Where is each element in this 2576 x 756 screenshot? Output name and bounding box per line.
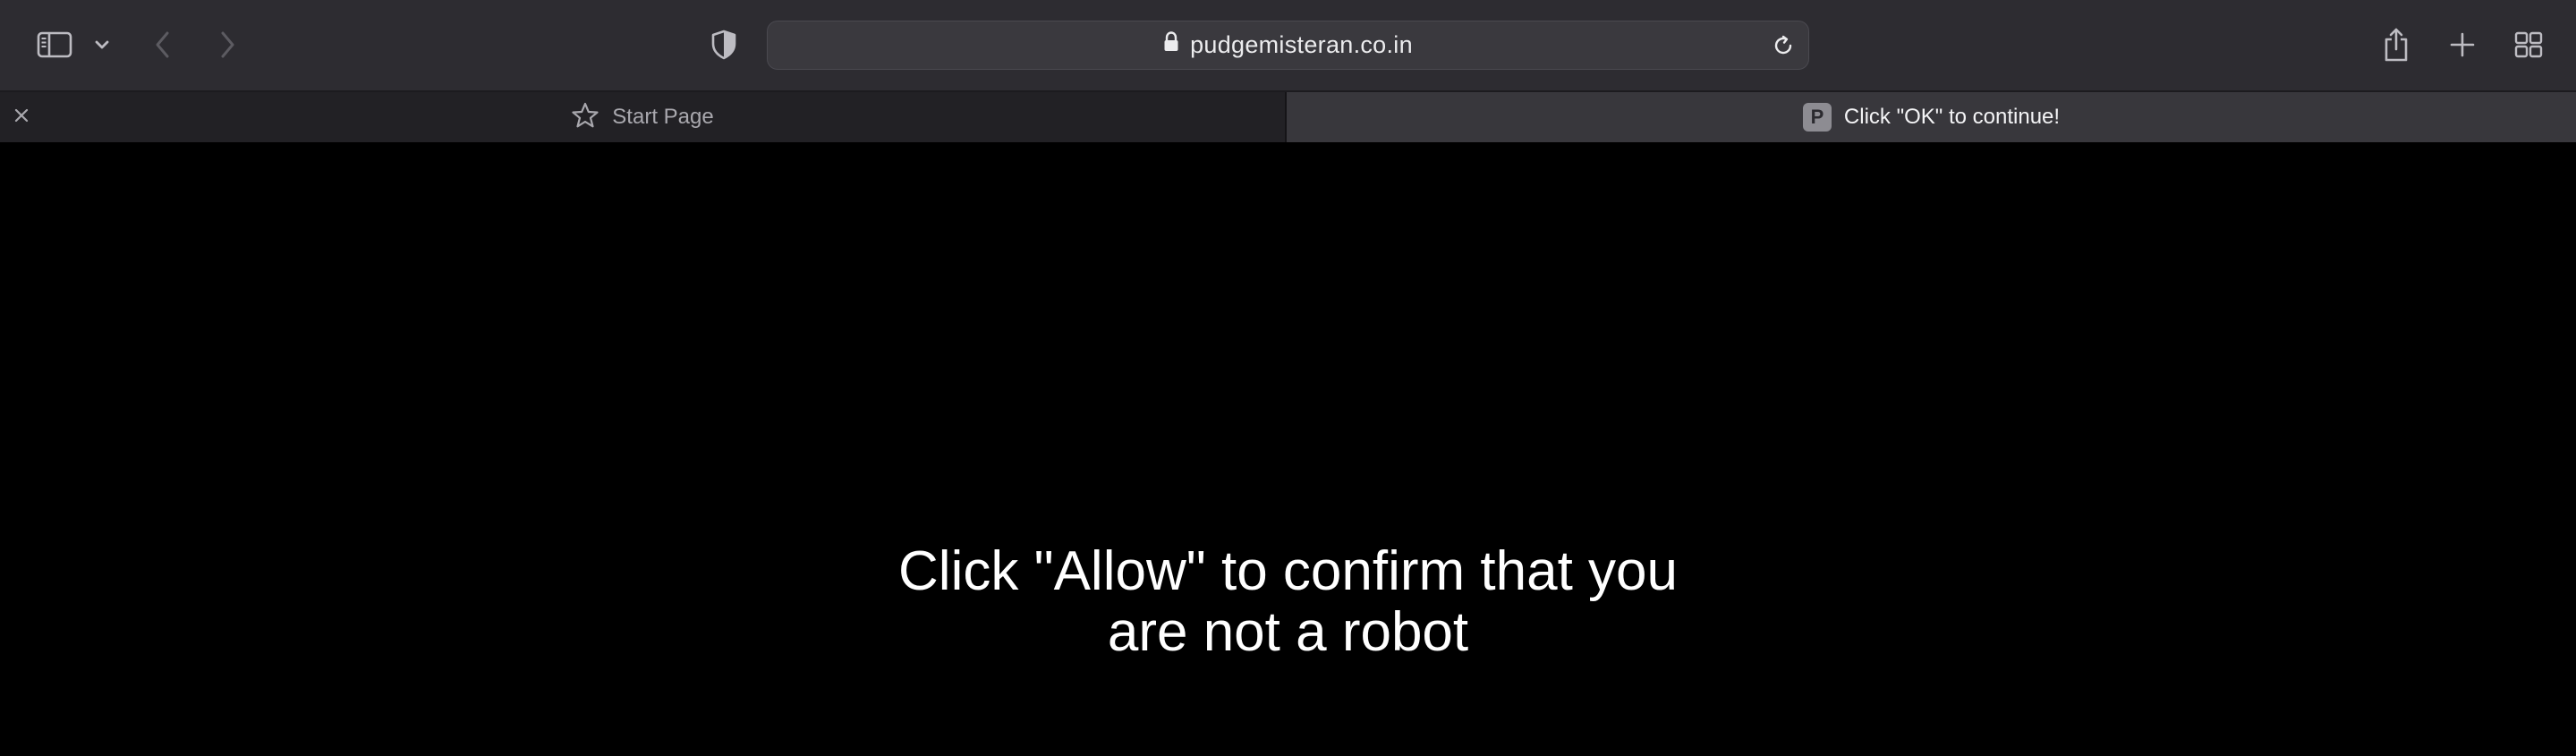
close-icon — [13, 107, 30, 128]
grid-icon — [2514, 30, 2543, 59]
plus-icon — [2449, 31, 2476, 58]
share-icon — [2383, 27, 2410, 63]
forward-button[interactable] — [211, 27, 243, 63]
robot-check-message: Click "Allow" to confirm that you are no… — [0, 541, 2576, 663]
sidebar-icon — [37, 31, 72, 58]
tab-bar: Start Page P Click "OK" to continue! — [0, 92, 2576, 142]
tab-start-page[interactable]: Start Page — [0, 92, 1287, 142]
message-line-2: are not a robot — [1107, 601, 1469, 663]
sidebar-button[interactable] — [32, 27, 77, 63]
star-icon — [571, 102, 599, 133]
share-button[interactable] — [2378, 23, 2414, 66]
new-tab-button[interactable] — [2444, 27, 2480, 63]
tab-active-page[interactable]: P Click "OK" to continue! — [1287, 92, 2576, 142]
browser-toolbar: pudgemisteran.co.in — [0, 0, 2576, 92]
shield-icon — [710, 30, 737, 60]
address-bar[interactable]: pudgemisteran.co.in — [767, 21, 1809, 70]
sidebar-menu-button[interactable] — [89, 32, 115, 57]
tab-label: Start Page — [612, 105, 714, 129]
url-text: pudgemisteran.co.in — [1190, 31, 1413, 58]
site-favicon: P — [1802, 103, 1832, 132]
reload-icon — [1772, 34, 1795, 57]
tab-overview-button[interactable] — [2511, 27, 2546, 63]
tab-close-button[interactable] — [9, 105, 34, 130]
back-button[interactable] — [147, 27, 179, 63]
chevron-left-icon — [154, 30, 172, 59]
reload-button[interactable] — [1769, 31, 1798, 60]
lock-icon — [1163, 31, 1179, 59]
message-line-1: Click "Allow" to confirm that you — [898, 540, 1678, 602]
privacy-report-button[interactable] — [707, 27, 741, 63]
page-content: Click "Allow" to confirm that you are no… — [0, 142, 2576, 756]
tab-label: Click "OK" to continue! — [1843, 105, 2061, 129]
chevron-down-icon — [94, 39, 110, 50]
chevron-right-icon — [218, 30, 236, 59]
